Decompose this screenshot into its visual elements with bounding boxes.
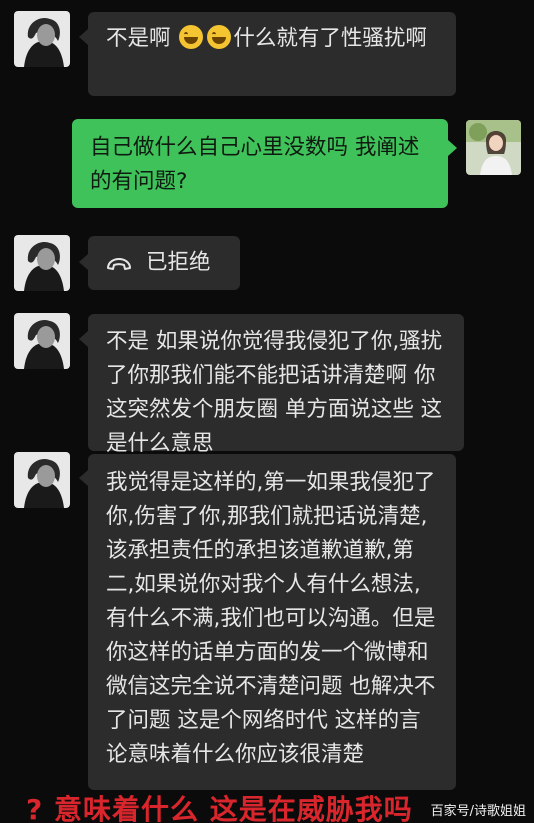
grinning-sweat-emoji: [207, 25, 232, 49]
contact-avatar[interactable]: [14, 452, 70, 508]
watermark: 百家号/诗歌姐姐: [430, 804, 526, 819]
message-bubble[interactable]: 不是 如果说你觉得我侵犯了你,骚扰了你那我们能不能把话讲清楚啊 你这突然发个朋友…: [88, 314, 464, 456]
message-text: 不是啊: [106, 26, 178, 51]
call-status-text: 已拒绝: [146, 250, 211, 275]
self-avatar[interactable]: [466, 120, 521, 175]
call-record-bubble[interactable]: 已拒绝: [88, 236, 240, 290]
overlay-caption: ? 意味着什么 这是在威胁我吗: [26, 793, 413, 823]
contact-avatar[interactable]: [14, 313, 70, 369]
message-text: 不是 如果说你觉得我侵犯了你,骚扰了你那我们能不能把话讲清楚啊 你这突然发个朋友…: [106, 329, 443, 456]
message-text: 我觉得是这样的,第一如果我侵犯了你,伤害了你,那我们就把话说清楚,该承担责任的承…: [106, 470, 436, 767]
message-bubble[interactable]: 不是啊 什么就有了性骚扰啊: [88, 12, 456, 96]
contact-avatar[interactable]: [14, 11, 70, 67]
message-text: 自己做什么自己心里没数吗 我阐述的有问题?: [90, 135, 420, 194]
message-bubble[interactable]: 我觉得是这样的,第一如果我侵犯了你,伤害了你,那我们就把话说清楚,该承担责任的承…: [88, 454, 456, 790]
message-text: 什么就有了性骚扰啊: [233, 26, 427, 51]
message-bubble-sent[interactable]: 自己做什么自己心里没数吗 我阐述的有问题?: [72, 119, 448, 208]
grinning-sweat-emoji: [179, 25, 204, 49]
declined-call-icon: [106, 249, 132, 283]
contact-avatar[interactable]: [14, 235, 70, 291]
